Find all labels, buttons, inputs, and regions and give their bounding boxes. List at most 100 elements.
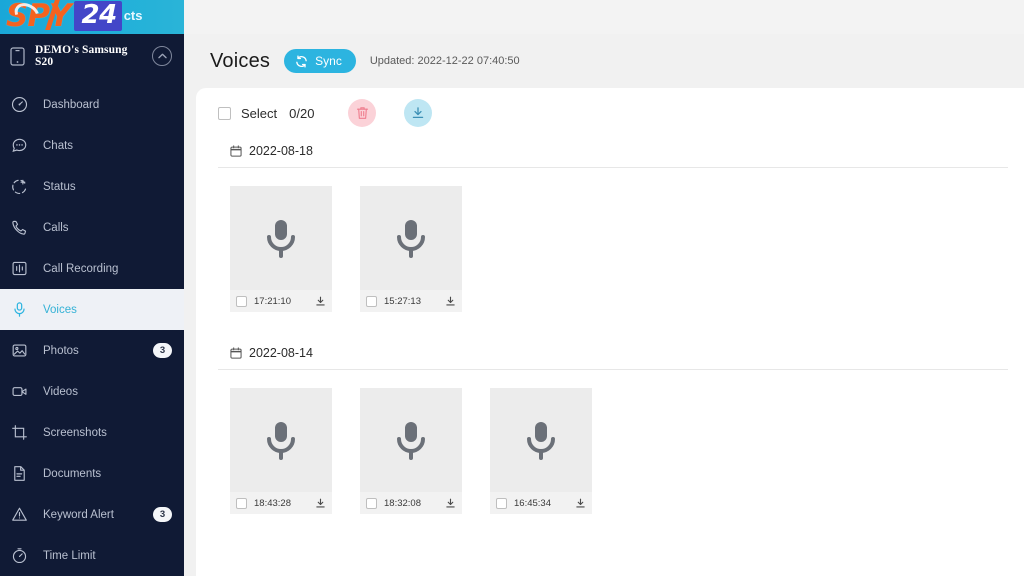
- sidebar-item-keyword-alert[interactable]: Keyword Alert 3: [0, 494, 184, 535]
- phone-icon: [10, 46, 25, 66]
- voice-thumbnail[interactable]: [360, 388, 462, 492]
- voice-card[interactable]: 16:45:34: [490, 388, 592, 514]
- voice-card-checkbox[interactable]: [236, 497, 247, 509]
- main-inner: Voices Sync Updated: 2022-12-22 07:40:50: [184, 34, 1024, 576]
- download-icon[interactable]: [445, 498, 456, 509]
- phone-call-icon: [10, 218, 29, 237]
- download-icon: [411, 106, 425, 120]
- sidebar-item-label: Status: [43, 180, 76, 193]
- calendar-icon: [230, 347, 242, 359]
- sidebar-item-label: Photos: [43, 344, 79, 357]
- voice-thumbnail[interactable]: [230, 388, 332, 492]
- status-plus-icon: [10, 177, 29, 196]
- select-count: 0/20: [289, 105, 315, 121]
- page-title: Voices: [210, 49, 271, 72]
- chevron-up-circle-icon[interactable]: [152, 46, 172, 66]
- sidebar-item-voices[interactable]: Voices: [0, 275, 184, 344]
- brand-bar: SPY 24 cts: [0, 0, 184, 34]
- select-all-checkbox[interactable]: [218, 106, 231, 120]
- document-icon: [10, 464, 29, 483]
- delete-button[interactable]: [348, 99, 377, 127]
- voice-card-footer: 16:45:34: [490, 492, 592, 514]
- voice-card-footer: 17:21:10: [230, 290, 332, 312]
- date-label: 2022-08-14: [249, 346, 313, 360]
- image-icon: [10, 341, 29, 360]
- logo-24-badge: 24: [73, 0, 122, 32]
- page-header: Voices Sync Updated: 2022-12-22 07:40:50: [184, 34, 1024, 88]
- sidebar-item-chats[interactable]: Chats: [0, 125, 184, 166]
- download-button[interactable]: [404, 99, 433, 127]
- microphone-icon: [10, 300, 29, 319]
- sidebar-item-label: Time Limit: [43, 549, 96, 562]
- microphone-icon: [394, 216, 428, 260]
- sidebar-item-dashboard[interactable]: Dashboard: [0, 84, 184, 125]
- logo-24-text: 24: [81, 0, 118, 30]
- date-group: 2022-08-18 17:21:10 15:27:13: [196, 138, 1024, 312]
- sidebar-item-label: Calls: [43, 221, 69, 234]
- trash-icon: [356, 106, 369, 120]
- logo[interactable]: SPY 24 cts: [6, 0, 142, 34]
- voice-card-checkbox[interactable]: [496, 497, 507, 509]
- sidebar-item-label: Videos: [43, 385, 78, 398]
- sidebar-item-label: Documents: [43, 467, 102, 480]
- video-camera-icon: [10, 382, 29, 401]
- voice-card-time: 15:27:13: [384, 295, 421, 307]
- status-badge: 3: [153, 343, 172, 358]
- date-group: 2022-08-14 18:43:28 18:32:08 16:45:34: [196, 340, 1024, 514]
- microphone-icon: [264, 216, 298, 260]
- waveform-icon: [10, 259, 29, 278]
- sidebar-nav: Dashboard Chats Status Calls Call Record…: [0, 84, 184, 576]
- download-icon[interactable]: [315, 296, 326, 307]
- download-icon[interactable]: [315, 498, 326, 509]
- chat-bubble-icon: [10, 136, 29, 155]
- microphone-icon: [264, 418, 298, 462]
- voice-thumbnail[interactable]: [230, 186, 332, 290]
- sidebar-item-videos[interactable]: Videos: [0, 371, 184, 412]
- download-icon[interactable]: [575, 498, 586, 509]
- voice-card-time: 18:32:08: [384, 497, 421, 509]
- sync-button-label: Sync: [315, 54, 342, 68]
- sidebar-item-calls[interactable]: Calls: [0, 207, 184, 248]
- status-badge: 3: [153, 507, 172, 522]
- voice-thumbnail[interactable]: [360, 186, 462, 290]
- device-name: DEMO's Samsung S20: [35, 44, 128, 68]
- stopwatch-icon: [10, 546, 29, 565]
- sidebar-item-call-recording[interactable]: Call Recording: [0, 248, 184, 289]
- sidebar-item-screenshots[interactable]: Screenshots: [0, 412, 184, 453]
- voice-card-list: 18:43:28 18:32:08 16:45:34: [218, 370, 1008, 514]
- sidebar: DEMO's Samsung S20 Dashboard Chats Statu…: [0, 34, 184, 576]
- selection-toolbar: Select 0/20: [196, 88, 1024, 138]
- download-icon[interactable]: [445, 296, 456, 307]
- voice-card-footer: 18:43:28: [230, 492, 332, 514]
- logo-suffix-text: cts: [123, 7, 143, 23]
- voice-card[interactable]: 18:32:08: [360, 388, 462, 514]
- voice-card-checkbox[interactable]: [366, 497, 377, 509]
- voice-card-time: 17:21:10: [254, 295, 291, 307]
- sidebar-item-time-limit[interactable]: Time Limit: [0, 535, 184, 576]
- date-label: 2022-08-18: [249, 144, 313, 158]
- speedometer-icon: [10, 95, 29, 114]
- voice-card-checkbox[interactable]: [366, 295, 377, 307]
- main-area: Voices Sync Updated: 2022-12-22 07:40:50: [184, 0, 1024, 576]
- voice-card-footer: 15:27:13: [360, 290, 462, 312]
- sidebar-item-label: Dashboard: [43, 98, 100, 111]
- device-selector[interactable]: DEMO's Samsung S20: [0, 34, 184, 78]
- date-header: 2022-08-18: [218, 138, 1008, 168]
- sidebar-item-photos[interactable]: Photos 3: [0, 330, 184, 371]
- voice-card[interactable]: 15:27:13: [360, 186, 462, 312]
- sync-button[interactable]: Sync: [284, 49, 356, 73]
- content-panel: Select 0/20 2022-08-18 17:21:10 15:27:13…: [196, 88, 1024, 576]
- warning-triangle-icon: [10, 505, 29, 524]
- voice-card[interactable]: 18:43:28: [230, 388, 332, 514]
- sidebar-item-label: Call Recording: [43, 262, 119, 275]
- sidebar-item-label: Keyword Alert: [43, 508, 114, 521]
- sidebar-item-status[interactable]: Status: [0, 166, 184, 207]
- voice-card-checkbox[interactable]: [236, 295, 247, 307]
- voice-card[interactable]: 17:21:10: [230, 186, 332, 312]
- voice-thumbnail[interactable]: [490, 388, 592, 492]
- sidebar-item-documents[interactable]: Documents: [0, 453, 184, 494]
- logo-spy-text: SPY: [6, 0, 71, 34]
- microphone-icon: [524, 418, 558, 462]
- updated-timestamp: Updated: 2022-12-22 07:40:50: [369, 55, 520, 67]
